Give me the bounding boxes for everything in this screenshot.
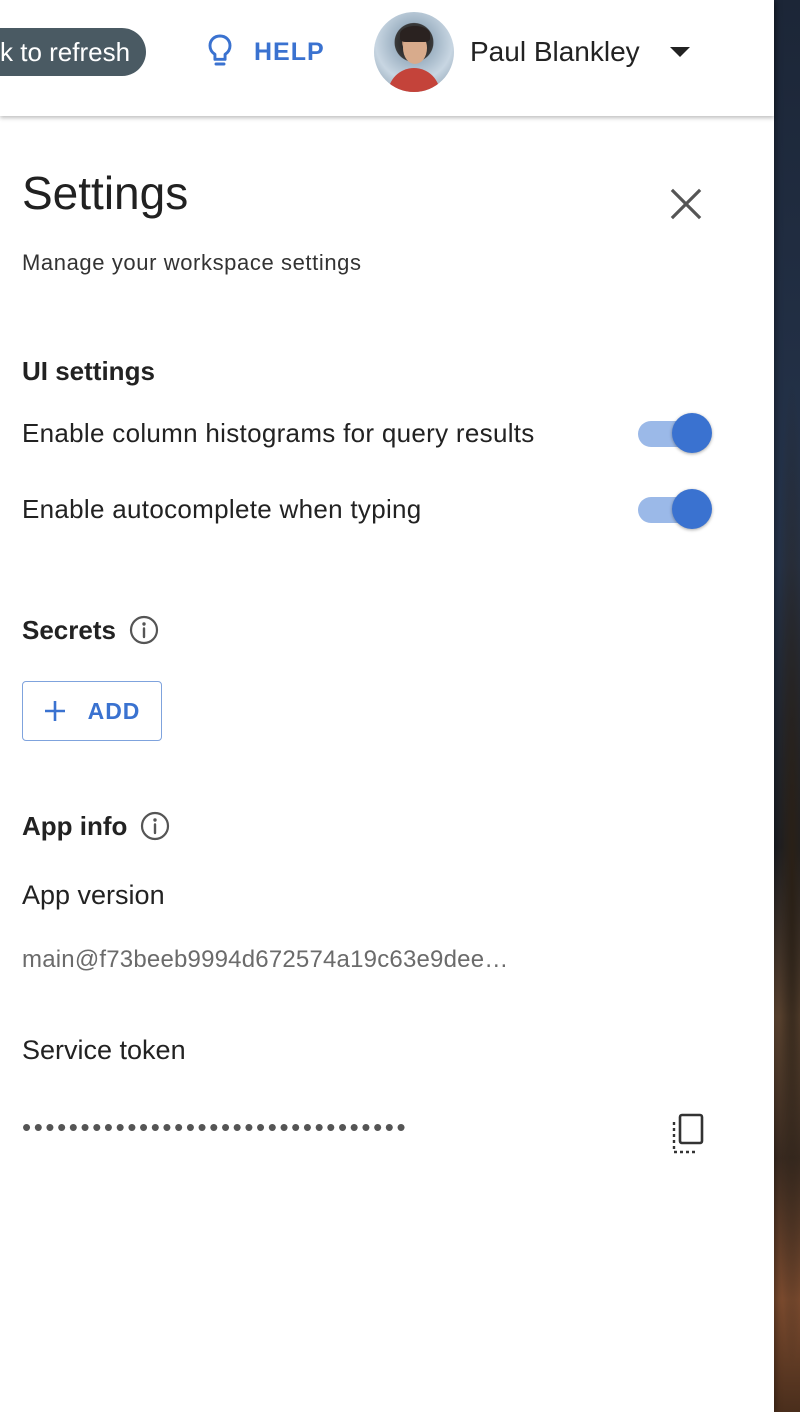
column-histograms-toggle[interactable] bbox=[638, 411, 712, 455]
refresh-notice-label: k to refresh bbox=[0, 37, 131, 67]
page-title: Settings bbox=[22, 167, 189, 219]
app-version-label: App version bbox=[22, 880, 165, 910]
help-button[interactable]: HELP bbox=[204, 28, 325, 76]
service-token-value: ••••••••••••••••••••••••••••••••• bbox=[22, 1112, 409, 1142]
ui-settings-heading-label: UI settings bbox=[22, 356, 155, 386]
add-secret-label: ADD bbox=[87, 697, 141, 724]
refresh-notice-button[interactable]: k to refresh bbox=[0, 28, 147, 76]
info-icon[interactable] bbox=[128, 614, 160, 646]
settings-panel: k to refresh HELP Paul Blankley Settings… bbox=[0, 0, 774, 1412]
setting-row-column-histograms: Enable column histograms for query resul… bbox=[22, 408, 712, 458]
secrets-heading: Secrets bbox=[22, 614, 160, 646]
lightbulb-icon bbox=[208, 34, 232, 66]
info-icon[interactable] bbox=[139, 810, 171, 842]
help-label: HELP bbox=[254, 37, 325, 66]
avatar bbox=[374, 12, 454, 92]
app-info-heading: App info bbox=[22, 810, 171, 842]
user-menu[interactable]: Paul Blankley bbox=[374, 12, 690, 92]
autocomplete-toggle[interactable] bbox=[638, 487, 712, 531]
app-version-value: main@f73beeb9994d672574a19c63e9dee… bbox=[22, 946, 509, 973]
page-subtitle: Manage your workspace settings bbox=[22, 250, 362, 275]
top-bar: k to refresh HELP Paul Blankley bbox=[0, 0, 774, 116]
caret-down-icon bbox=[669, 47, 690, 57]
plus-icon bbox=[44, 701, 65, 721]
copy-icon[interactable] bbox=[668, 1112, 708, 1156]
service-token-label: Service token bbox=[22, 1035, 186, 1065]
autocomplete-label: Enable autocomplete when typing bbox=[22, 493, 422, 524]
secrets-heading-label: Secrets bbox=[22, 614, 116, 645]
add-secret-button[interactable]: ADD bbox=[22, 681, 162, 741]
setting-row-autocomplete: Enable autocomplete when typing bbox=[22, 484, 712, 534]
column-histograms-label: Enable column histograms for query resul… bbox=[22, 417, 535, 448]
ui-settings-heading: UI settings bbox=[22, 356, 155, 387]
app-info-heading-label: App info bbox=[22, 810, 128, 841]
user-name: Paul Blankley bbox=[470, 36, 640, 67]
close-icon[interactable] bbox=[664, 182, 708, 226]
